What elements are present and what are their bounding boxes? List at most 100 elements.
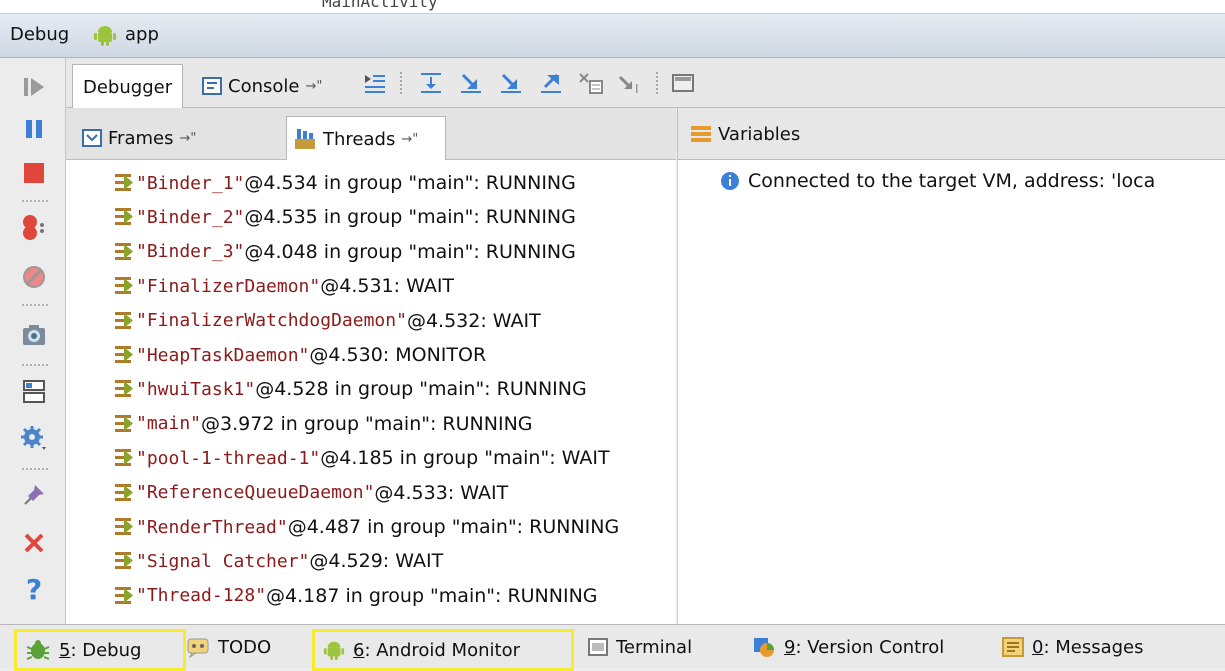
tool-window-bar: 5: Debug TODO 6: Android Monitor Termina…	[0, 624, 1225, 671]
settings-gear-icon[interactable]	[19, 424, 49, 454]
tab-console-label: Console	[228, 75, 300, 97]
debug-tool-button[interactable]: 5: Debug	[14, 629, 186, 671]
thread-icon	[115, 449, 133, 467]
toolbar-separator	[22, 200, 48, 202]
console-icon	[202, 77, 222, 95]
thread-info: @4.534 in group "main": RUNNING	[244, 172, 576, 194]
thread-row[interactable]: "hwuiTask1" @4.528 in group "main": RUNNI…	[112, 372, 587, 406]
thread-row[interactable]: "FinalizerWatchdogDaemon" @4.532: WAIT	[112, 304, 541, 338]
camera-icon[interactable]	[19, 320, 49, 350]
toolbar-separator	[22, 304, 48, 306]
threads-list: "Binder_1" @4.534 in group "main": RUNNIN…	[66, 160, 676, 624]
view-breakpoints-icon[interactable]	[19, 212, 49, 242]
tab-console[interactable]: Console →"	[192, 64, 332, 108]
thread-icon	[115, 518, 133, 535]
thread-row[interactable]: "pool-1-thread-1" @4.185 in group "main":…	[112, 441, 610, 475]
tab-threads[interactable]: Threads →"	[286, 116, 446, 160]
debug-tool-text: : Debug	[70, 639, 142, 661]
pin-icon[interactable]	[19, 480, 49, 510]
info-icon	[721, 172, 739, 190]
toolbar-separator	[400, 72, 402, 94]
thread-row[interactable]: "FinalizerDaemon" @4.531: WAIT	[112, 269, 454, 303]
mute-breakpoints-icon[interactable]	[19, 262, 49, 292]
messages-icon	[1002, 637, 1024, 657]
step-into-icon[interactable]	[458, 70, 484, 96]
tab-threads-label: Threads	[323, 128, 396, 150]
thread-info: @3.972 in group "main": RUNNING	[201, 412, 533, 435]
todo-tool-button[interactable]: TODO	[178, 629, 279, 665]
thread-name: "FinalizerWatchdogDaemon"	[136, 310, 407, 332]
thread-info: @4.529: WAIT	[309, 550, 444, 573]
pin-tab-icon[interactable]: →"	[305, 79, 322, 94]
debug-title-label: Debug	[10, 24, 70, 45]
messages-tool-label: 0: Messages	[1032, 637, 1144, 658]
tab-debugger-label: Debugger	[83, 76, 173, 98]
evaluate-expression-icon[interactable]	[670, 70, 696, 96]
debug-left-toolbar: ?	[0, 58, 66, 624]
thread-name: "FinalizerDaemon"	[136, 275, 321, 297]
stop-icon[interactable]	[19, 158, 49, 188]
close-icon[interactable]	[19, 528, 49, 558]
debug-tool-label: 5: Debug	[59, 640, 141, 661]
thread-info: @4.533: WAIT	[374, 481, 509, 504]
thread-row[interactable]: "HeapTaskDaemon" @4.530: MONITOR	[112, 338, 486, 372]
thread-icon	[115, 311, 133, 329]
thread-info: @4.048 in group "main": RUNNING	[244, 240, 576, 263]
pin-tab-icon[interactable]: →"	[401, 132, 418, 147]
thread-info: @4.531: WAIT	[320, 275, 455, 298]
thread-icon	[115, 174, 133, 191]
thread-icon	[115, 277, 133, 295]
android-monitor-text: : Android Monitor	[364, 639, 520, 661]
thread-row[interactable]: "Binder_3" @4.048 in group "main": RUNNIN…	[112, 235, 576, 269]
step-out-icon[interactable]	[538, 70, 564, 96]
android-monitor-tool-button[interactable]: 6: Android Monitor	[312, 629, 574, 671]
resume-program-icon[interactable]	[19, 72, 49, 102]
drop-frame-icon[interactable]	[578, 70, 604, 96]
thread-name: "main"	[136, 413, 202, 435]
variables-message: Connected to the target VM, address: 'lo…	[748, 170, 1156, 192]
thread-icon	[115, 552, 133, 570]
thread-row[interactable]: "Binder_2" @4.535 in group "main": RUNNIN…	[112, 200, 576, 234]
run-config-name: app	[125, 24, 159, 45]
pause-program-icon[interactable]	[19, 114, 49, 144]
thread-name: "pool-1-thread-1"	[136, 447, 321, 469]
terminal-tool-button[interactable]: Terminal	[580, 629, 700, 665]
svg-text:I: I	[635, 82, 639, 95]
thread-row[interactable]: "Signal Catcher" @4.529: WAIT	[112, 544, 443, 578]
variables-icon	[691, 126, 711, 142]
version-control-tool-button[interactable]: 9: Version Control	[744, 629, 952, 665]
thread-name: "RenderThread"	[136, 516, 288, 538]
thread-row[interactable]: "main" @3.972 in group "main": RUNNING	[112, 407, 533, 441]
version-control-tool-label: 9: Version Control	[784, 637, 944, 658]
thread-icon	[115, 208, 133, 226]
restore-layout-icon[interactable]	[19, 376, 49, 406]
thread-row[interactable]: "Binder_1" @4.534 in group "main": RUNNIN…	[112, 166, 576, 200]
variables-title: Variables	[718, 123, 801, 145]
pin-tab-icon[interactable]: →"	[179, 131, 196, 146]
thread-icon	[115, 346, 133, 363]
thread-row[interactable]: "RenderThread" @4.487 in group "main": RU…	[112, 510, 619, 544]
bug-icon	[26, 640, 50, 660]
step-over-icon[interactable]	[418, 70, 444, 96]
thread-icon	[115, 380, 133, 398]
android-monitor-tool-label: 6: Android Monitor	[353, 640, 520, 661]
run-to-cursor-icon[interactable]: I	[618, 70, 644, 96]
show-execution-point-icon[interactable]	[362, 70, 388, 96]
thread-icon	[115, 242, 133, 260]
tab-frames-label: Frames	[108, 127, 174, 149]
variables-header: Variables	[677, 108, 1225, 160]
variables-message-row: Connected to the target VM, address: 'lo…	[720, 170, 1155, 192]
tab-debugger[interactable]: Debugger	[72, 64, 184, 109]
thread-info: @4.487 in group "main": RUNNING	[287, 516, 620, 538]
thread-row[interactable]: "Thread-128" @4.187 in group "main": RUNN…	[112, 579, 598, 613]
variables-panel: Connected to the target VM, address: 'lo…	[677, 160, 1225, 624]
messages-tool-button[interactable]: 0: Messages	[994, 629, 1152, 665]
thread-name: "Thread-128"	[136, 585, 267, 607]
thread-row[interactable]: "ReferenceQueueDaemon" @4.533: WAIT	[112, 476, 508, 510]
todo-icon	[187, 638, 209, 658]
tab-frames[interactable]: Frames →"	[76, 116, 196, 160]
todo-tool-label: TODO	[218, 636, 272, 658]
force-step-into-icon[interactable]	[498, 70, 524, 96]
debug-title-bar: Debug app	[0, 14, 1225, 58]
help-icon[interactable]: ?	[19, 573, 49, 606]
